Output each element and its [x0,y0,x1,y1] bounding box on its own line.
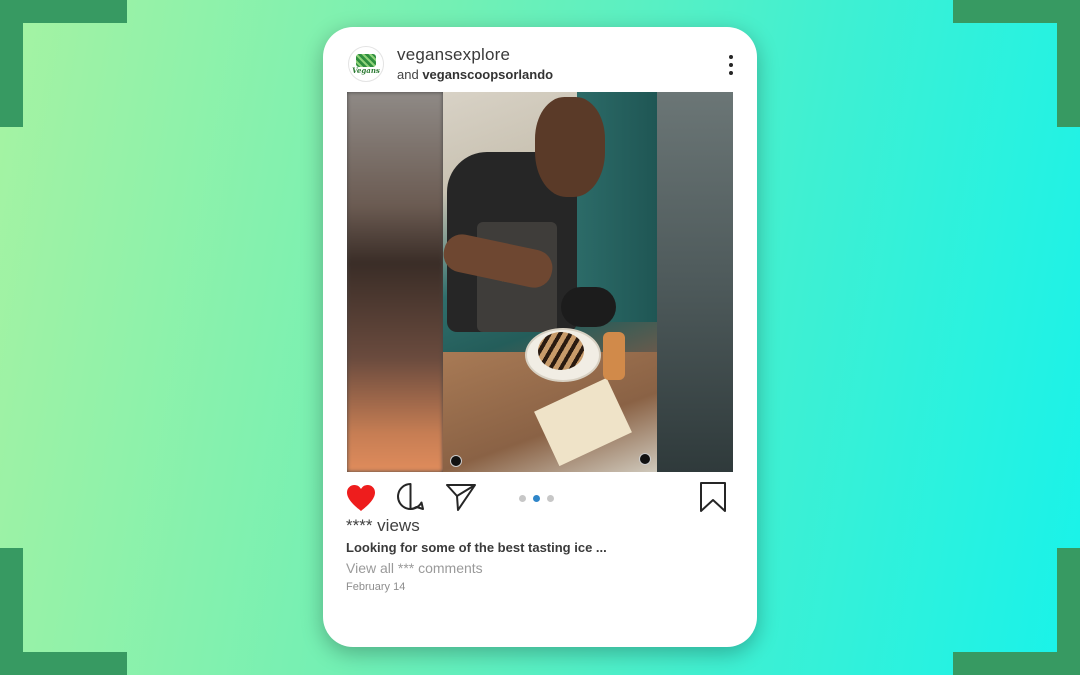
carousel-dot [547,495,554,502]
corner-bracket [1057,548,1080,675]
post-photo [440,92,657,472]
collab-prefix: and [397,67,419,82]
like-heart-icon[interactable] [345,483,377,513]
more-dot [729,55,733,59]
media-blur-right [657,92,733,472]
audio-mute-icon[interactable] [639,453,651,465]
avatar-logo-text: Vegans [352,65,380,75]
corner-bracket [0,548,23,675]
post-caption[interactable]: Looking for some of the best tasting ice… [346,540,607,555]
carousel-dot-active [533,495,540,502]
post-date: February 14 [346,581,406,593]
carousel-indicator [519,495,554,502]
bookmark-icon[interactable] [699,481,727,513]
photo-ice-cream [538,332,584,370]
more-dot [729,71,733,75]
corner-bracket [0,0,23,127]
photo-glove [561,287,616,327]
vegans-explore-logo [356,53,376,67]
corner-bracket [1057,0,1080,127]
user-tag-icon[interactable] [450,455,462,467]
media-blur-left [347,92,443,472]
more-dot [729,63,733,67]
more-options-button[interactable] [726,55,736,75]
view-count: **** views [346,516,420,535]
view-comments-link[interactable]: View all *** comments [346,560,483,576]
comment-bubble-icon[interactable] [396,482,425,511]
profile-avatar[interactable]: Vegans [348,46,384,82]
carousel-dot [519,495,526,502]
collab-username[interactable]: veganscoopsorlando [422,67,553,82]
photo-bottle [603,332,625,380]
post-media[interactable] [347,92,733,472]
post-username[interactable]: vegansexplore [397,45,510,65]
photo-head [535,97,605,197]
paper-plane-icon[interactable] [445,482,477,512]
collab-line: and veganscoopsorlando [397,67,553,82]
